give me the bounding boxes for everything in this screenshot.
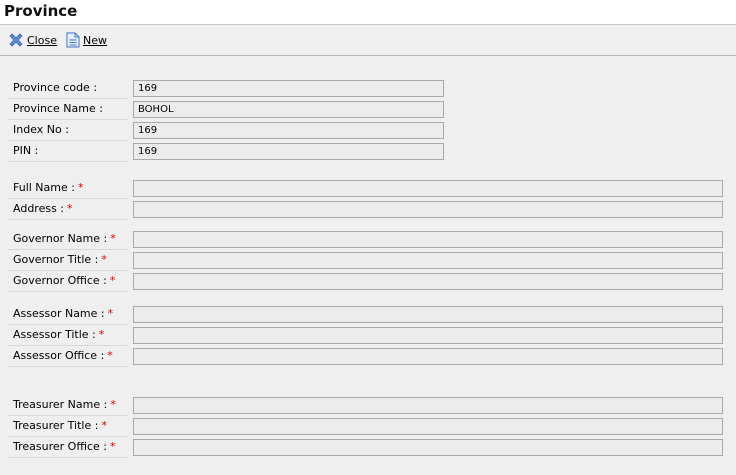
assessor-name-field[interactable] [133,306,723,323]
assessor-title-label-cell: Assessor Title : * [8,326,128,346]
close-button[interactable]: Close [8,31,57,49]
treasurer-office-label-cell: Treasurer Office : * [8,438,128,458]
governor-title-label: Governor Title : [13,253,99,266]
governor-title-field[interactable] [133,252,723,269]
new-button[interactable]: New [66,31,107,49]
governor-name-field[interactable] [133,231,723,248]
treasurer-office-field[interactable] [133,439,723,456]
treasurer-title-label-cell: Treasurer Title : * [8,417,128,437]
province-name-label: Province Name : [13,102,103,115]
assessor-title-label: Assessor Title : [13,328,96,341]
window-title-bar: Province [0,0,736,25]
assessor-name-label: Assessor Name : [13,307,105,320]
index-no-field[interactable] [133,122,444,139]
toolbar: Close New [0,25,736,56]
province-code-field[interactable] [133,80,444,97]
governor-office-label: Governor Office : [13,274,107,287]
treasurer-title-label: Treasurer Title : [13,419,99,432]
assessor-title-field[interactable] [133,327,723,344]
assessor-name-label-cell: Assessor Name : * [8,305,128,325]
required-marker: * [107,307,114,320]
treasurer-name-field[interactable] [133,397,723,414]
treasurer-office-label: Treasurer Office : [13,440,107,453]
required-marker: * [77,181,84,194]
required-marker: * [110,232,116,245]
province-code-label-cell: Province code : [8,79,128,99]
governor-name-label-cell: Governor Name : * [8,230,128,250]
new-document-icon [66,32,80,48]
required-marker: * [110,398,116,411]
pin-label-cell: PIN : [8,142,128,162]
governor-office-label-cell: Governor Office : * [8,272,128,292]
address-label-cell: Address : * [8,200,128,220]
pin-label: PIN : [13,144,39,157]
governor-title-label-cell: Governor Title : * [8,251,128,271]
governor-office-field[interactable] [133,273,723,290]
address-field[interactable] [133,201,723,218]
required-marker: * [67,202,73,215]
treasurer-name-label: Treasurer Name : [13,398,108,411]
province-code-label: Province code : [13,81,98,94]
assessor-office-field[interactable] [133,348,723,365]
index-no-label-cell: Index No : [8,121,128,141]
assessor-office-label: Assessor Office : [13,349,105,362]
required-marker: * [98,328,105,341]
treasurer-title-field[interactable] [133,418,723,435]
full-name-label-cell: Full Name : * [8,179,128,199]
address-label: Address : [13,202,65,215]
pin-field[interactable] [133,143,444,160]
required-marker: * [101,253,107,266]
province-name-label-cell: Province Name : [8,100,128,120]
province-name-field[interactable] [133,101,444,118]
close-button-label: Close [27,33,57,47]
index-no-label: Index No : [13,123,69,136]
governor-name-label: Governor Name : [13,232,108,245]
required-marker: * [109,440,116,453]
assessor-office-label-cell: Assessor Office : * [8,347,128,367]
new-button-label: New [83,33,107,47]
required-marker: * [101,419,107,432]
full-name-label: Full Name : [13,181,75,194]
close-icon [9,33,23,47]
window-title: Province [4,2,78,20]
full-name-field[interactable] [133,180,723,197]
treasurer-name-label-cell: Treasurer Name : * [8,396,128,416]
required-marker: * [107,349,113,362]
required-marker: * [109,274,116,287]
